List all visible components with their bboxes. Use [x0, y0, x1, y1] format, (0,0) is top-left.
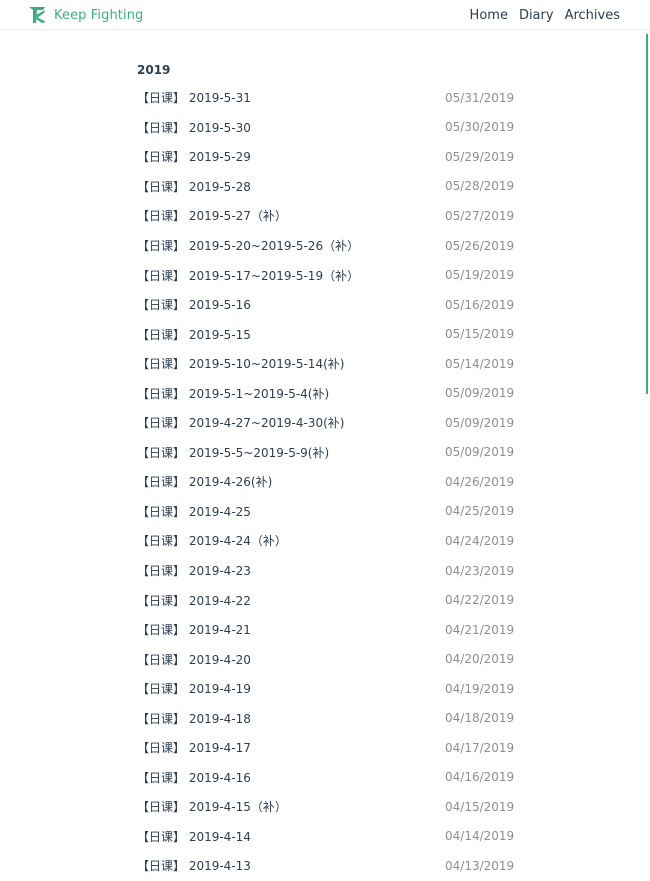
post-row: 【日课】 2019-5-27（补） 05/27/2019 — [137, 201, 517, 231]
post-date: 05/30/2019 — [445, 120, 515, 135]
post-title-link[interactable]: 【日课】 2019-4-15（补） — [137, 798, 287, 815]
post-title-link[interactable]: 【日课】 2019-4-18 — [137, 710, 251, 727]
post-row: 【日课】 2019-5-1~2019-5-4(补) 05/09/2019 — [137, 378, 517, 408]
post-title-link[interactable]: 【日课】 2019-5-15 — [137, 326, 251, 343]
post-title-link[interactable]: 【日课】 2019-5-1~2019-5-4(补) — [137, 385, 329, 402]
post-date: 04/23/2019 — [445, 563, 515, 578]
post-title-link[interactable]: 【日课】 2019-4-22 — [137, 592, 251, 609]
post-title-link[interactable]: 【日课】 2019-5-31 — [137, 89, 251, 106]
post-row: 【日课】 2019-4-18 04/18/2019 — [137, 703, 517, 733]
post-row: 【日课】 2019-4-17 04/17/2019 — [137, 733, 517, 763]
post-title-link[interactable]: 【日课】 2019-4-23 — [137, 562, 251, 579]
post-row: 【日课】 2019-4-27~2019-4-30(补) 05/09/2019 — [137, 408, 517, 438]
post-title-link[interactable]: 【日课】 2019-5-5~2019-5-9(补) — [137, 444, 329, 461]
post-date: 04/18/2019 — [445, 711, 515, 726]
post-title-link[interactable]: 【日课】 2019-4-17 — [137, 739, 251, 756]
post-title-link[interactable]: 【日课】 2019-4-25 — [137, 503, 251, 520]
post-date: 04/22/2019 — [445, 593, 515, 608]
post-row: 【日课】 2019-5-10~2019-5-14(补) 05/14/2019 — [137, 349, 517, 379]
post-date: 04/21/2019 — [445, 622, 515, 637]
post-date: 04/17/2019 — [445, 740, 515, 755]
post-row: 【日课】 2019-4-26(补) 04/26/2019 — [137, 467, 517, 497]
post-row: 【日课】 2019-4-14 04/14/2019 — [137, 822, 517, 852]
post-title-link[interactable]: 【日课】 2019-4-21 — [137, 621, 251, 638]
brand-name: Keep Fighting — [54, 7, 144, 23]
post-date: 05/14/2019 — [445, 356, 515, 371]
post-date: 04/19/2019 — [445, 681, 515, 696]
post-date: 04/25/2019 — [445, 504, 515, 519]
k-logo-icon — [28, 5, 48, 25]
post-row: 【日课】 2019-4-16 04/16/2019 — [137, 763, 517, 793]
post-date: 05/27/2019 — [445, 208, 515, 223]
post-title-link[interactable]: 【日课】 2019-4-24（补） — [137, 532, 287, 549]
post-row: 【日课】 2019-4-22 04/22/2019 — [137, 585, 517, 615]
post-date: 05/15/2019 — [445, 327, 515, 342]
post-row: 【日课】 2019-4-21 04/21/2019 — [137, 615, 517, 645]
post-date: 05/16/2019 — [445, 297, 515, 312]
post-date: 05/31/2019 — [445, 90, 515, 105]
post-title-link[interactable]: 【日课】 2019-5-10~2019-5-14(补) — [137, 355, 344, 372]
post-date: 05/19/2019 — [445, 268, 515, 283]
post-date: 05/29/2019 — [445, 149, 515, 164]
nav-link-home[interactable]: Home — [470, 8, 508, 23]
post-title-link[interactable]: 【日课】 2019-5-17~2019-5-19（补） — [137, 267, 359, 284]
post-row: 【日课】 2019-5-31 05/31/2019 — [137, 83, 517, 113]
post-title-link[interactable]: 【日课】 2019-4-27~2019-4-30(补) — [137, 414, 344, 431]
post-title-link[interactable]: 【日课】 2019-5-27（补） — [137, 207, 287, 224]
post-date: 05/09/2019 — [445, 386, 515, 401]
scrollbar-thumb[interactable] — [646, 34, 648, 394]
post-date: 05/26/2019 — [445, 238, 515, 253]
post-row: 【日课】 2019-5-30 05/30/2019 — [137, 113, 517, 143]
nav-links: Home Diary Archives — [459, 0, 620, 30]
nav-link-archives[interactable]: Archives — [565, 8, 620, 23]
post-date: 05/28/2019 — [445, 179, 515, 194]
post-row: 【日课】 2019-4-15（补） 04/15/2019 — [137, 792, 517, 822]
post-date: 04/14/2019 — [445, 829, 515, 844]
post-title-link[interactable]: 【日课】 2019-4-14 — [137, 828, 251, 845]
post-date: 04/13/2019 — [445, 858, 515, 873]
brand-link[interactable]: Keep Fighting — [28, 4, 143, 26]
post-title-link[interactable]: 【日课】 2019-4-26(补) — [137, 473, 272, 490]
post-title-link[interactable]: 【日课】 2019-4-19 — [137, 680, 251, 697]
archive-year-heading: 2019 — [137, 63, 171, 77]
post-title-link[interactable]: 【日课】 2019-4-13 — [137, 857, 251, 874]
post-row: 【日课】 2019-4-25 04/25/2019 — [137, 497, 517, 527]
post-title-link[interactable]: 【日课】 2019-5-28 — [137, 178, 251, 195]
post-row: 【日课】 2019-5-16 05/16/2019 — [137, 290, 517, 320]
post-title-link[interactable]: 【日课】 2019-4-20 — [137, 651, 251, 668]
post-row: 【日课】 2019-5-15 05/15/2019 — [137, 319, 517, 349]
post-row: 【日课】 2019-4-24（补） 04/24/2019 — [137, 526, 517, 556]
post-date: 04/16/2019 — [445, 770, 515, 785]
post-row: 【日课】 2019-5-5~2019-5-9(补) 05/09/2019 — [137, 438, 517, 468]
post-row: 【日课】 2019-4-13 04/13/2019 — [137, 851, 517, 881]
post-date: 04/15/2019 — [445, 799, 515, 814]
post-row: 【日课】 2019-4-20 04/20/2019 — [137, 644, 517, 674]
post-date: 04/24/2019 — [445, 533, 515, 548]
post-title-link[interactable]: 【日课】 2019-5-29 — [137, 148, 251, 165]
post-list: 【日课】 2019-5-31 05/31/2019 【日课】 2019-5-30 05… — [137, 83, 517, 881]
post-row: 【日课】 2019-4-23 04/23/2019 — [137, 556, 517, 586]
nav-link-diary[interactable]: Diary — [519, 8, 554, 23]
post-row: 【日课】 2019-5-28 05/28/2019 — [137, 172, 517, 202]
post-date: 05/09/2019 — [445, 415, 515, 430]
post-row: 【日课】 2019-5-20~2019-5-26（补） 05/26/2019 — [137, 231, 517, 261]
post-row: 【日课】 2019-5-29 05/29/2019 — [137, 142, 517, 172]
post-date: 05/09/2019 — [445, 445, 515, 460]
post-title-link[interactable]: 【日课】 2019-5-20~2019-5-26（补） — [137, 237, 359, 254]
post-title-link[interactable]: 【日课】 2019-4-16 — [137, 769, 251, 786]
top-navbar: Keep Fighting Home Diary Archives — [0, 0, 650, 30]
post-row: 【日课】 2019-4-19 04/19/2019 — [137, 674, 517, 704]
post-title-link[interactable]: 【日课】 2019-5-16 — [137, 296, 251, 313]
post-date: 04/26/2019 — [445, 474, 515, 489]
post-date: 04/20/2019 — [445, 652, 515, 667]
post-row: 【日课】 2019-5-17~2019-5-19（补） 05/19/2019 — [137, 260, 517, 290]
post-title-link[interactable]: 【日课】 2019-5-30 — [137, 119, 251, 136]
